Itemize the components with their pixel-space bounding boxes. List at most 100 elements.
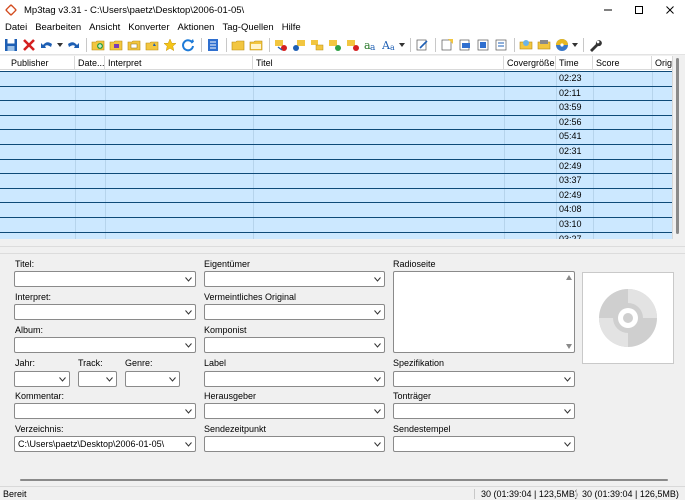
close-button[interactable] [654,0,685,20]
column-header-interpret[interactable]: Interpret [105,56,253,70]
case-conversion-button[interactable]: Aa [381,37,397,53]
column-divider [556,86,557,101]
column-header-score[interactable]: Score [593,56,652,70]
select-folder-button[interactable] [230,37,246,53]
column-divider [75,86,76,101]
titel-field[interactable] [14,271,196,287]
table-row[interactable]: 03:27 [0,231,672,239]
panel-splitter[interactable] [0,246,685,252]
scroll-down-icon[interactable] [566,344,572,349]
export-button[interactable] [439,37,455,53]
chevron-down-icon [57,43,63,47]
import-button[interactable] [457,37,473,53]
table-row[interactable]: 03:59 [0,100,672,115]
kommentar-field[interactable] [14,403,196,419]
filename-tag-button[interactable] [291,37,307,53]
filename-filename-button[interactable] [309,37,325,53]
edit-button[interactable] [414,37,430,53]
track-field[interactable] [78,371,117,387]
jahr-field[interactable] [14,371,70,387]
menu-ansicht[interactable]: Ansicht [85,20,124,36]
open-folder-button[interactable] [126,37,142,53]
column-divider [105,217,106,232]
refresh-button[interactable] [180,37,196,53]
table-row[interactable]: 02:31 [0,143,672,159]
table-row[interactable]: 02:56 [0,114,672,130]
komponist-field[interactable] [204,337,385,353]
menu-konverter[interactable]: Konverter [124,20,173,36]
menu-datei[interactable]: Datei [1,20,31,36]
column-divider [504,217,505,232]
text-file-tag-button[interactable] [327,37,343,53]
vertical-scrollbar-thumb[interactable] [676,58,679,234]
label-field[interactable] [204,371,385,387]
menu-aktionen[interactable]: Aktionen [173,20,218,36]
favorites-icon [145,41,159,51]
tag-text-icon [347,40,359,51]
tontraeger-field[interactable] [393,403,575,419]
tag-filename-button[interactable] [273,37,289,53]
table-row[interactable]: 05:41 [0,129,672,144]
playlist-button[interactable] [205,37,221,53]
case-conversion-icon: Aa [382,39,395,52]
case-conversion-dropdown[interactable] [399,37,405,53]
redo-button[interactable] [65,37,81,53]
column-divider [556,188,557,203]
album-field[interactable] [14,337,196,353]
table-row[interactable]: 02:11 [0,85,672,101]
herausgeber-field[interactable] [204,403,385,419]
column-header-publisher[interactable]: Publisher [0,56,75,70]
table-row[interactable]: 02:23 [0,71,672,86]
web-sources-button[interactable] [493,37,509,53]
tag-sources-dropdown[interactable] [572,37,578,53]
folder-button[interactable] [248,37,264,53]
tag-text-button[interactable] [345,37,361,53]
menu-bearbeiten[interactable]: Bearbeiten [31,20,85,36]
genre-field[interactable] [125,371,180,387]
radioseite-field[interactable] [393,271,575,353]
discogs-button[interactable] [554,37,570,53]
eigentuemer-field[interactable] [204,271,385,287]
refresh-icon [182,39,194,52]
scroll-up-icon[interactable] [566,275,572,280]
freedb-button[interactable] [518,37,534,53]
undo-button[interactable] [39,37,55,53]
star-button[interactable] [162,37,178,53]
column-header-orig[interactable]: Orig [652,56,672,70]
column-header-titel[interactable]: Titel [253,56,504,70]
table-row[interactable]: 03:37 [0,173,672,188]
maximize-button[interactable] [623,0,654,20]
tag-sources-button[interactable] [475,37,491,53]
spezifikation-field[interactable] [393,371,575,387]
minimize-button[interactable] [592,0,623,20]
tag-panel-scrollbar-thumb[interactable] [20,479,668,481]
cover-art[interactable] [582,272,674,364]
change-directory-button[interactable] [108,37,124,53]
file-list[interactable]: Publisher Date... Interpret Titel Coverg… [0,56,673,239]
table-row[interactable]: 02:49 [0,158,672,174]
column-header-time[interactable]: Time [556,56,593,70]
vermeintliches-original-field[interactable] [204,304,385,320]
save-button[interactable] [3,37,19,53]
settings-button[interactable] [587,37,603,53]
column-header-date[interactable]: Date... [75,56,105,70]
undo-dropdown[interactable] [57,37,63,53]
sendezeitpunkt-field[interactable] [204,436,385,452]
time-cell: 04:08 [559,204,582,215]
column-divider [593,72,594,86]
remove-tag-button[interactable] [21,37,37,53]
table-row[interactable]: 02:49 [0,187,672,203]
verzeichnis-field[interactable]: C:\Users\paetz\Desktop\2006-01-05\ [14,436,196,452]
add-directory-button[interactable] [90,37,106,53]
status-total: 30 (01:39:04 | 126,5MB) [582,489,679,499]
table-row[interactable]: 04:08 [0,202,672,217]
actions-button[interactable]: aa [363,37,379,53]
favorites-button[interactable] [144,37,160,53]
table-row[interactable]: 03:10 [0,216,672,232]
column-header-covergroesse[interactable]: Covergröße [504,56,556,70]
menu-tag-quellen[interactable]: Tag-Quellen [218,20,277,36]
sendestempel-field[interactable] [393,436,575,452]
menu-hilfe[interactable]: Hilfe [278,20,305,36]
interpret-field[interactable] [14,304,196,320]
amazon-button[interactable] [536,37,552,53]
